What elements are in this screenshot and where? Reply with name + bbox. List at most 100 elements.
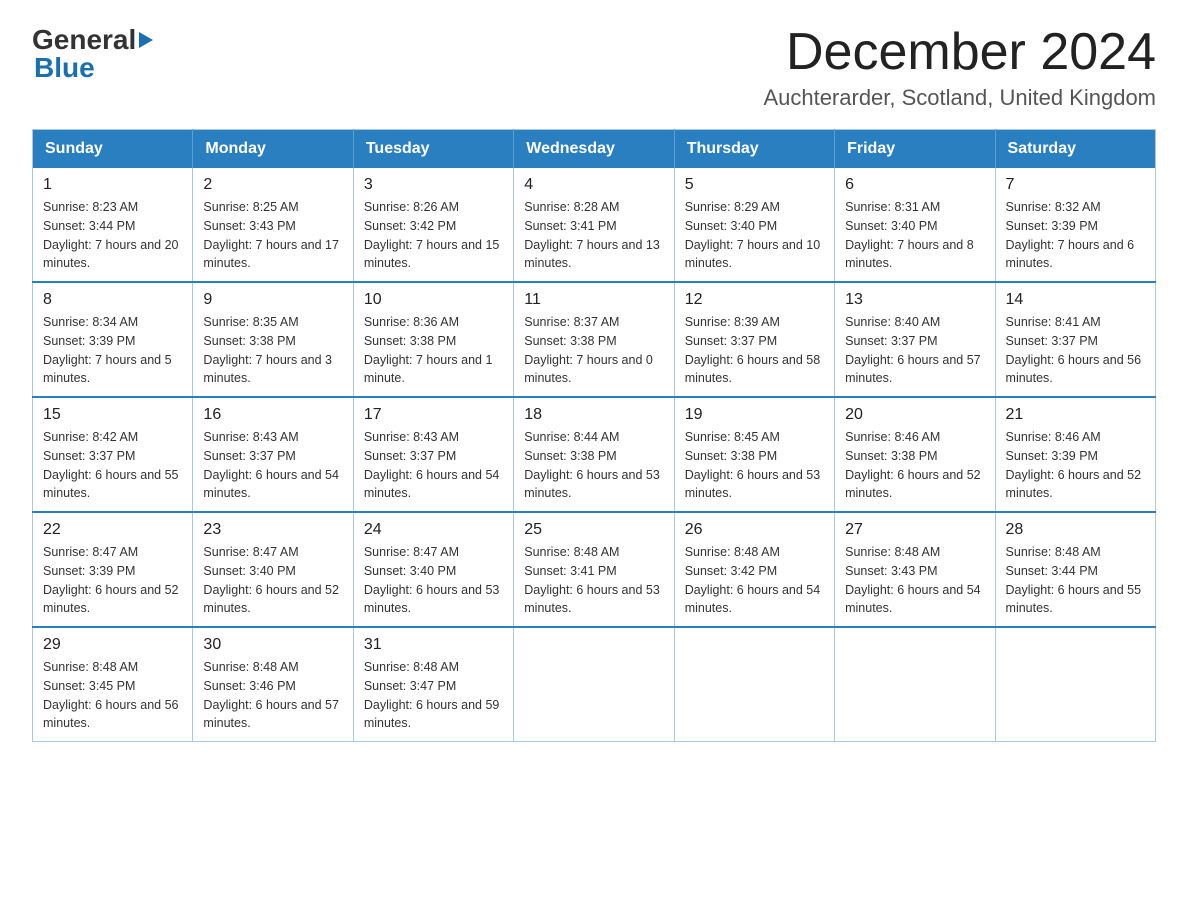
calendar-cell: 7 Sunrise: 8:32 AMSunset: 3:39 PMDaylight… <box>995 168 1155 282</box>
day-number: 27 <box>845 521 984 539</box>
day-info: Sunrise: 8:48 AMSunset: 3:43 PMDaylight:… <box>845 543 984 618</box>
calendar-cell: 16 Sunrise: 8:43 AMSunset: 3:37 PMDayligh… <box>193 397 353 512</box>
weekday-header-tuesday: Tuesday <box>353 130 513 169</box>
day-info: Sunrise: 8:35 AMSunset: 3:38 PMDaylight:… <box>203 313 342 388</box>
day-number: 11 <box>524 291 663 309</box>
day-info: Sunrise: 8:43 AMSunset: 3:37 PMDaylight:… <box>203 428 342 503</box>
day-info: Sunrise: 8:39 AMSunset: 3:37 PMDaylight:… <box>685 313 824 388</box>
day-info: Sunrise: 8:46 AMSunset: 3:38 PMDaylight:… <box>845 428 984 503</box>
day-number: 22 <box>43 521 182 539</box>
page-header: General Blue December 2024 Auchterarder,… <box>32 24 1156 111</box>
calendar-cell: 27 Sunrise: 8:48 AMSunset: 3:43 PMDayligh… <box>835 512 995 627</box>
day-info: Sunrise: 8:48 AMSunset: 3:44 PMDaylight:… <box>1006 543 1145 618</box>
calendar-cell <box>674 627 834 742</box>
day-info: Sunrise: 8:43 AMSunset: 3:37 PMDaylight:… <box>364 428 503 503</box>
day-number: 12 <box>685 291 824 309</box>
calendar-cell: 1 Sunrise: 8:23 AMSunset: 3:44 PMDaylight… <box>33 168 193 282</box>
logo-arrow-icon <box>139 32 153 48</box>
day-info: Sunrise: 8:34 AMSunset: 3:39 PMDaylight:… <box>43 313 182 388</box>
calendar-cell <box>514 627 674 742</box>
day-number: 7 <box>1006 176 1145 194</box>
day-info: Sunrise: 8:41 AMSunset: 3:37 PMDaylight:… <box>1006 313 1145 388</box>
calendar-week-row-1: 1 Sunrise: 8:23 AMSunset: 3:44 PMDaylight… <box>33 168 1156 282</box>
logo-blue-text: Blue <box>32 52 153 84</box>
calendar-week-row-5: 29 Sunrise: 8:48 AMSunset: 3:45 PMDayligh… <box>33 627 1156 742</box>
day-info: Sunrise: 8:48 AMSunset: 3:45 PMDaylight:… <box>43 658 182 733</box>
calendar-cell: 11 Sunrise: 8:37 AMSunset: 3:38 PMDayligh… <box>514 282 674 397</box>
day-number: 1 <box>43 176 182 194</box>
calendar-cell: 31 Sunrise: 8:48 AMSunset: 3:47 PMDayligh… <box>353 627 513 742</box>
calendar-cell: 22 Sunrise: 8:47 AMSunset: 3:39 PMDayligh… <box>33 512 193 627</box>
calendar-cell: 2Sunrise: 8:25 AMSunset: 3:43 PMDaylight… <box>193 168 353 282</box>
calendar-cell: 30 Sunrise: 8:48 AMSunset: 3:46 PMDayligh… <box>193 627 353 742</box>
day-number: 8 <box>43 291 182 309</box>
day-number: 9 <box>203 291 342 309</box>
calendar-body: 1 Sunrise: 8:23 AMSunset: 3:44 PMDaylight… <box>33 168 1156 742</box>
calendar-cell: 10 Sunrise: 8:36 AMSunset: 3:38 PMDayligh… <box>353 282 513 397</box>
day-info: Sunrise: 8:47 AMSunset: 3:39 PMDaylight:… <box>43 543 182 618</box>
calendar-cell: 18Sunrise: 8:44 AMSunset: 3:38 PMDayligh… <box>514 397 674 512</box>
calendar-week-row-4: 22 Sunrise: 8:47 AMSunset: 3:39 PMDayligh… <box>33 512 1156 627</box>
calendar-cell: 26 Sunrise: 8:48 AMSunset: 3:42 PMDayligh… <box>674 512 834 627</box>
day-info: Sunrise: 8:48 AMSunset: 3:42 PMDaylight:… <box>685 543 824 618</box>
calendar-cell: 6 Sunrise: 8:31 AMSunset: 3:40 PMDaylight… <box>835 168 995 282</box>
weekday-header-row: SundayMondayTuesdayWednesdayThursdayFrid… <box>33 130 1156 169</box>
calendar-cell: 4Sunrise: 8:28 AMSunset: 3:41 PMDaylight… <box>514 168 674 282</box>
day-number: 10 <box>364 291 503 309</box>
day-number: 30 <box>203 636 342 654</box>
day-info: Sunrise: 8:47 AMSunset: 3:40 PMDaylight:… <box>203 543 342 618</box>
day-info: Sunrise: 8:36 AMSunset: 3:38 PMDaylight:… <box>364 313 503 388</box>
calendar-header: SundayMondayTuesdayWednesdayThursdayFrid… <box>33 130 1156 169</box>
day-info: Sunrise: 8:48 AMSunset: 3:47 PMDaylight:… <box>364 658 503 733</box>
day-number: 20 <box>845 406 984 424</box>
calendar-cell: 9 Sunrise: 8:35 AMSunset: 3:38 PMDaylight… <box>193 282 353 397</box>
day-number: 16 <box>203 406 342 424</box>
day-number: 15 <box>43 406 182 424</box>
day-number: 25 <box>524 521 663 539</box>
day-info: Sunrise: 8:23 AMSunset: 3:44 PMDaylight:… <box>43 198 182 273</box>
calendar-week-row-2: 8 Sunrise: 8:34 AMSunset: 3:39 PMDaylight… <box>33 282 1156 397</box>
weekday-header-monday: Monday <box>193 130 353 169</box>
day-info: Sunrise: 8:31 AMSunset: 3:40 PMDaylight:… <box>845 198 984 273</box>
weekday-header-wednesday: Wednesday <box>514 130 674 169</box>
weekday-header-thursday: Thursday <box>674 130 834 169</box>
day-info: Sunrise: 8:48 AMSunset: 3:46 PMDaylight:… <box>203 658 342 733</box>
calendar-cell: 23 Sunrise: 8:47 AMSunset: 3:40 PMDayligh… <box>193 512 353 627</box>
day-info: Sunrise: 8:25 AMSunset: 3:43 PMDaylight:… <box>203 198 342 273</box>
day-number: 26 <box>685 521 824 539</box>
day-number: 19 <box>685 406 824 424</box>
day-number: 3 <box>364 176 503 194</box>
day-number: 6 <box>845 176 984 194</box>
day-number: 14 <box>1006 291 1145 309</box>
calendar-cell: 17 Sunrise: 8:43 AMSunset: 3:37 PMDayligh… <box>353 397 513 512</box>
calendar-cell: 19 Sunrise: 8:45 AMSunset: 3:38 PMDayligh… <box>674 397 834 512</box>
calendar-cell: 8 Sunrise: 8:34 AMSunset: 3:39 PMDaylight… <box>33 282 193 397</box>
calendar-cell: 29 Sunrise: 8:48 AMSunset: 3:45 PMDayligh… <box>33 627 193 742</box>
calendar-cell: 14 Sunrise: 8:41 AMSunset: 3:37 PMDayligh… <box>995 282 1155 397</box>
day-info: Sunrise: 8:45 AMSunset: 3:38 PMDaylight:… <box>685 428 824 503</box>
day-number: 29 <box>43 636 182 654</box>
day-info: Sunrise: 8:26 AMSunset: 3:42 PMDaylight:… <box>364 198 503 273</box>
day-number: 13 <box>845 291 984 309</box>
calendar-table: SundayMondayTuesdayWednesdayThursdayFrid… <box>32 129 1156 742</box>
title-area: December 2024 Auchterarder, Scotland, Un… <box>763 24 1156 111</box>
day-number: 17 <box>364 406 503 424</box>
day-info: Sunrise: 8:40 AMSunset: 3:37 PMDaylight:… <box>845 313 984 388</box>
calendar-cell: 3 Sunrise: 8:26 AMSunset: 3:42 PMDaylight… <box>353 168 513 282</box>
day-number: 21 <box>1006 406 1145 424</box>
calendar-cell: 20 Sunrise: 8:46 AMSunset: 3:38 PMDayligh… <box>835 397 995 512</box>
day-number: 23 <box>203 521 342 539</box>
month-year-title: December 2024 <box>763 24 1156 81</box>
day-number: 31 <box>364 636 503 654</box>
day-info: Sunrise: 8:32 AMSunset: 3:39 PMDaylight:… <box>1006 198 1145 273</box>
calendar-cell: 15Sunrise: 8:42 AMSunset: 3:37 PMDayligh… <box>33 397 193 512</box>
day-number: 18 <box>524 406 663 424</box>
day-info: Sunrise: 8:46 AMSunset: 3:39 PMDaylight:… <box>1006 428 1145 503</box>
day-number: 24 <box>364 521 503 539</box>
logo: General Blue <box>32 24 153 84</box>
calendar-cell: 24Sunrise: 8:47 AMSunset: 3:40 PMDayligh… <box>353 512 513 627</box>
calendar-cell: 13 Sunrise: 8:40 AMSunset: 3:37 PMDayligh… <box>835 282 995 397</box>
day-info: Sunrise: 8:37 AMSunset: 3:38 PMDaylight:… <box>524 313 663 388</box>
calendar-cell: 21 Sunrise: 8:46 AMSunset: 3:39 PMDayligh… <box>995 397 1155 512</box>
calendar-cell: 28Sunrise: 8:48 AMSunset: 3:44 PMDayligh… <box>995 512 1155 627</box>
